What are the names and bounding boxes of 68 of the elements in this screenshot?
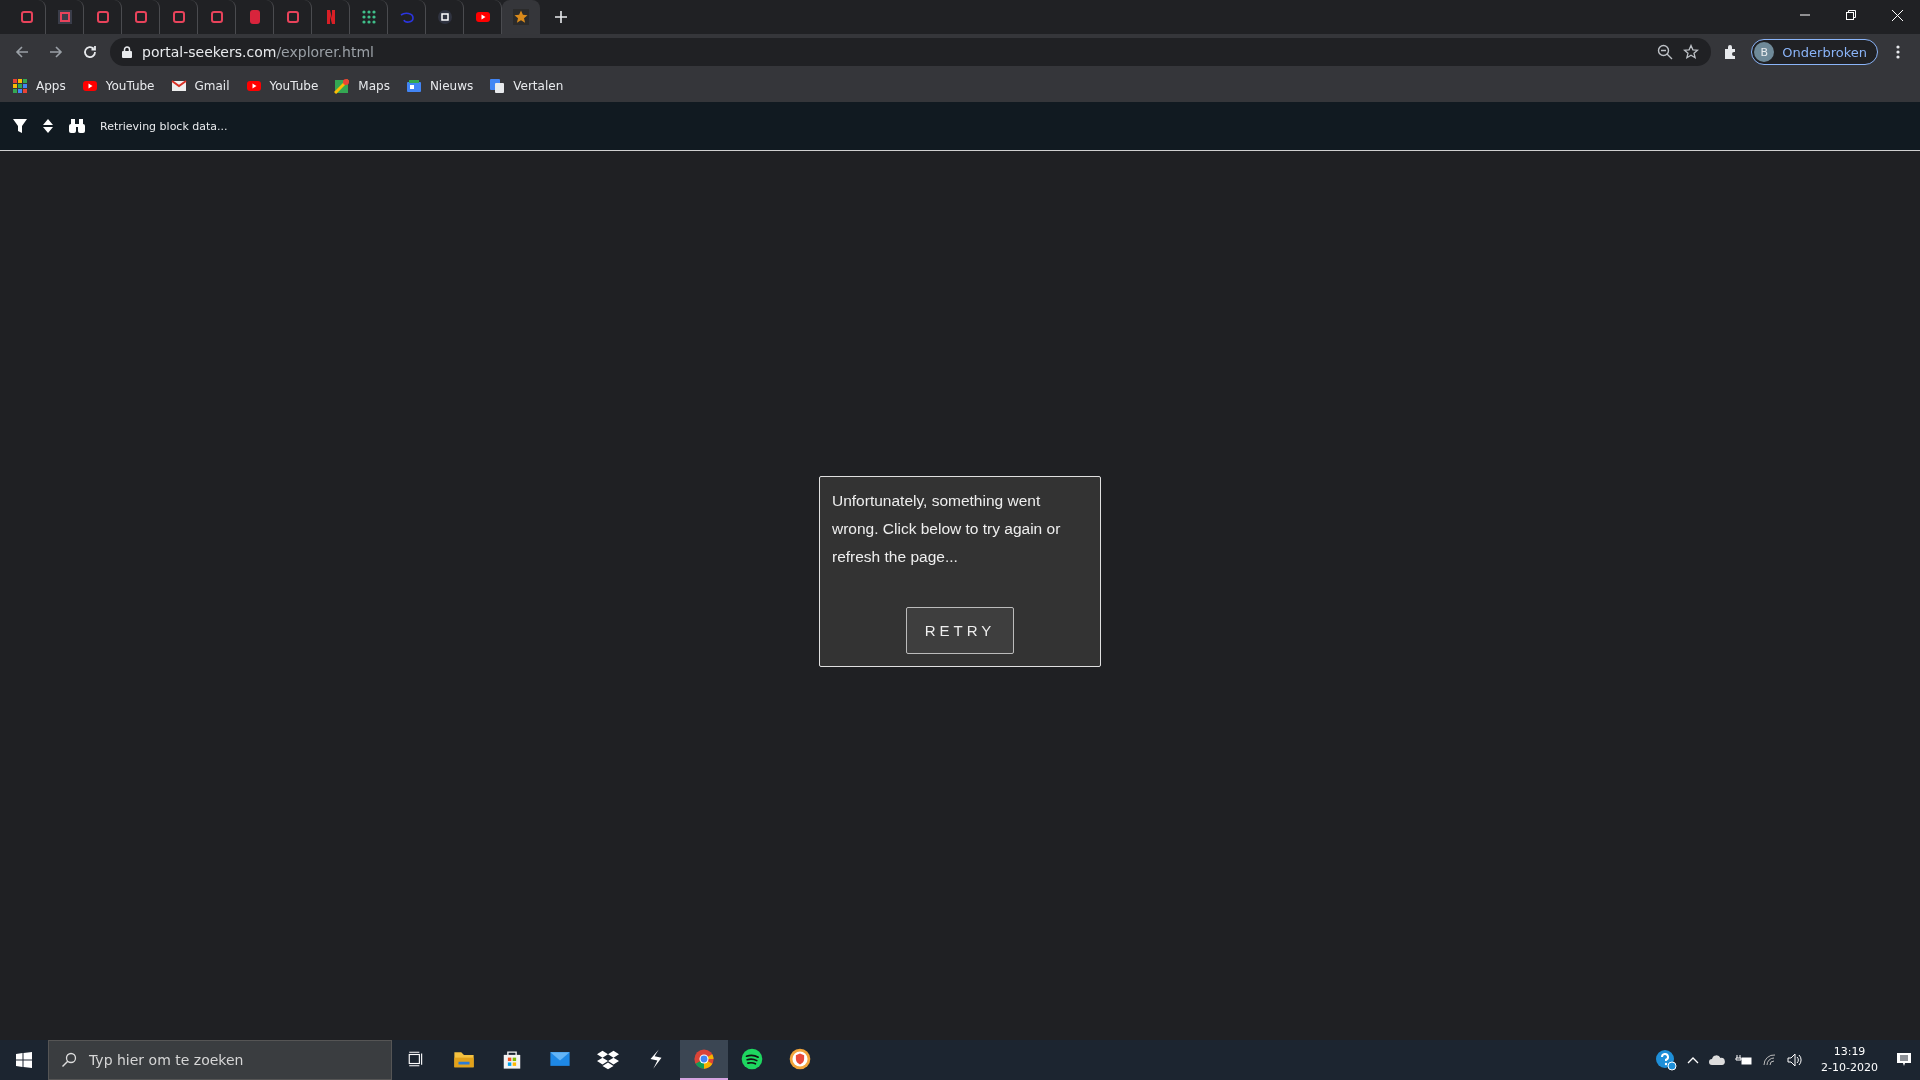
retry-button[interactable]: RETRY [906,607,1014,654]
bookmark-link[interactable]: Vertalen [489,78,564,94]
avatar: B [1754,42,1775,62]
windows-logo-icon [16,1052,32,1068]
search-icon [61,1052,77,1068]
help-icon[interactable] [1655,1049,1678,1071]
framed-logo-icon [56,9,73,25]
search-placeholder: Typ hier om te zoeken [89,1052,244,1068]
battery-icon[interactable] [1735,1054,1754,1066]
square-logo-icon [132,9,149,25]
address-bar[interactable]: portal-seekers.com/explorer.html [110,38,1712,66]
grid-icon [12,78,28,94]
restore-icon [1846,10,1856,20]
binoculars-icon[interactable] [68,118,86,134]
mail-icon [170,78,187,94]
bookmark-link[interactable]: Apps [12,78,66,94]
bookmark-link[interactable]: YouTube [245,78,319,94]
clock[interactable]: 13:19 2-10-2020 [1813,1044,1886,1076]
dropbox-icon [597,1048,619,1070]
url-domain: portal-seekers.com [142,44,277,60]
forward-arrow-icon [48,44,64,60]
cloud-icon[interactable] [1709,1055,1726,1065]
notification-icon[interactable] [1896,1052,1912,1068]
spotify-icon [741,1048,763,1070]
shopping-bag-icon [501,1048,523,1070]
square-logo-icon [208,9,225,25]
lock-icon [122,46,132,58]
round-logo-icon [436,9,453,25]
browser-tab[interactable] [502,0,540,34]
dots-icon [360,9,377,25]
wifi-icon[interactable] [1763,1054,1778,1066]
chevron-up-icon[interactable] [1687,1056,1700,1064]
star-icon [513,9,529,25]
plus-icon [554,10,568,24]
square-logo-icon [18,9,35,25]
bookmark-link[interactable]: Maps [334,78,390,94]
chrome-icon [693,1048,715,1070]
news-icon [405,78,422,94]
star-outline-icon[interactable] [1683,44,1700,60]
map-icon [334,78,351,94]
swirl-icon [398,9,415,25]
url-path: /explorer.html [276,44,374,60]
close-icon [1891,9,1903,21]
reload-icon [82,44,98,60]
bookmark-link[interactable]: YouTube [81,78,155,94]
play-icon [245,78,262,94]
profile-button[interactable]: B Onderbroken [1751,39,1878,65]
translate-icon [489,78,506,94]
status-text: Retrieving block data... [100,119,228,133]
play-icon [474,9,491,25]
square-logo-icon [170,9,187,25]
kebab-menu-icon [1896,44,1900,60]
play-icon [81,78,98,94]
taskbar-search-field[interactable]: Typ hier om te zoeken [48,1040,392,1080]
back-arrow-icon [14,44,30,60]
square-logo-icon [94,9,111,25]
square-logo-icon [284,9,301,25]
filter-icon[interactable] [12,118,28,134]
bookmark-link[interactable]: Gmail [170,78,230,94]
task-view-icon [407,1050,425,1068]
shield-icon [789,1048,811,1070]
error-message: Unfortunately, something went wrong. Click below to try again or refresh the page... [832,491,1062,567]
sort-icon[interactable] [42,118,54,134]
time-text: 13:19 [1833,1044,1866,1060]
zoom-out-icon[interactable] [1657,44,1674,60]
bookmark-link[interactable]: Nieuws [405,78,474,94]
date-text: 2-10-2020 [1821,1060,1878,1076]
speaker-icon[interactable] [1787,1053,1804,1067]
